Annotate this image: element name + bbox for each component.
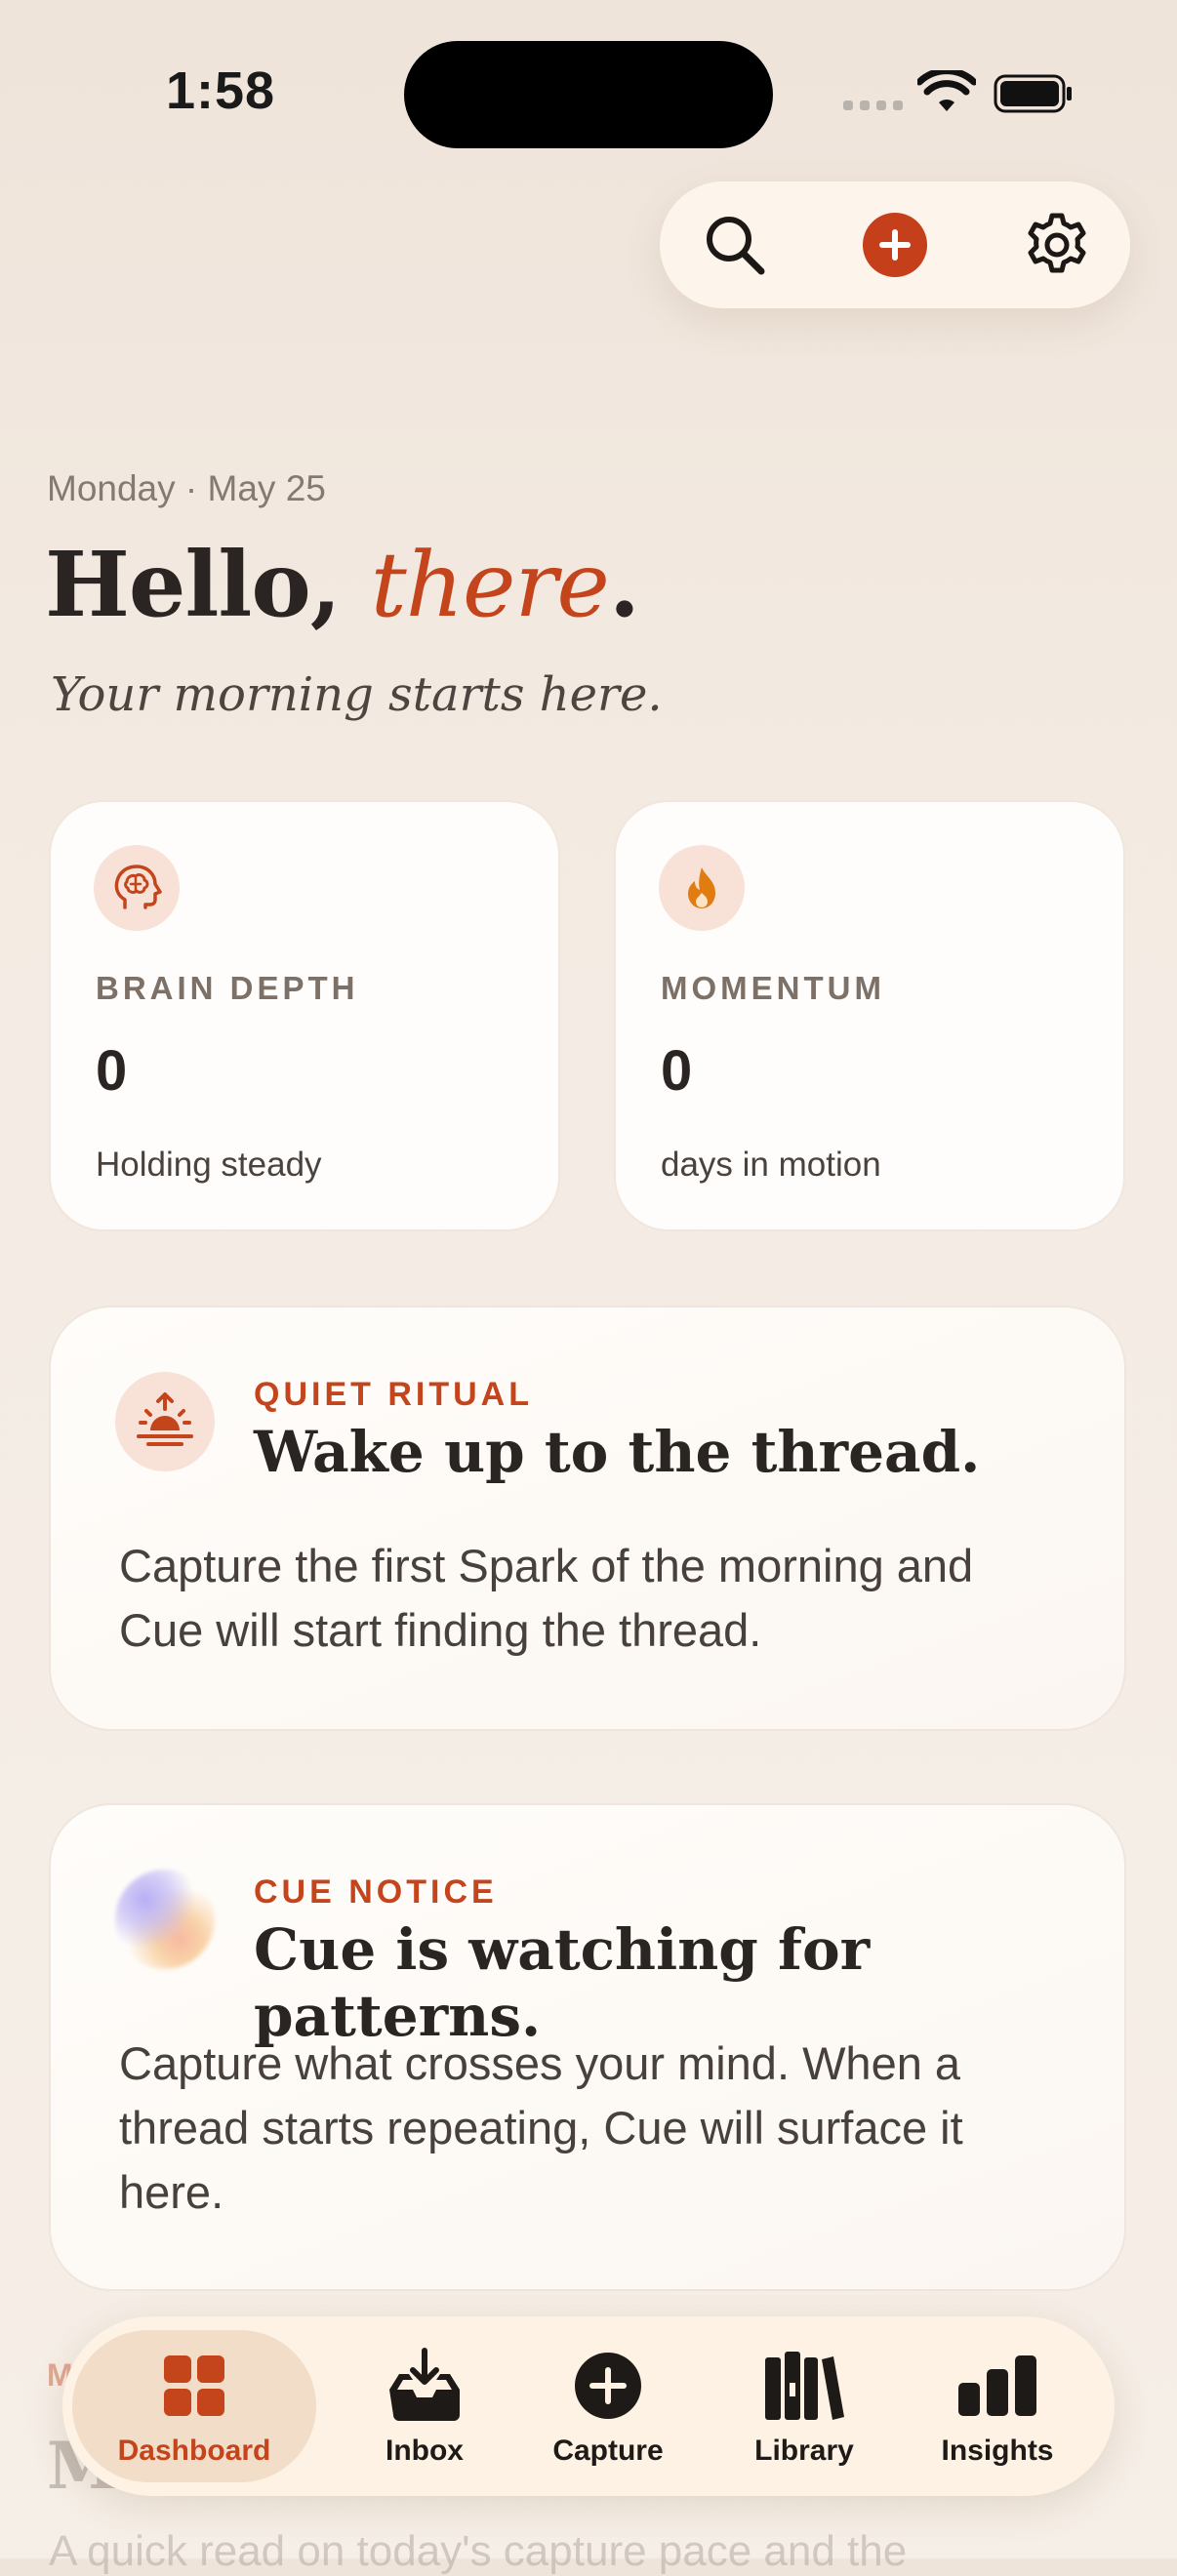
greeting-name: there [370, 533, 610, 637]
quiet-ritual-card[interactable]: QUIET RITUAL Wake up to the thread. Capt… [49, 1306, 1126, 1731]
ritual-kicker: QUIET RITUAL [254, 1376, 533, 1413]
date-label: Monday · May 25 [47, 468, 326, 508]
sunrise-icon [115, 1372, 215, 1471]
brain-depth-label: BRAIN DEPTH [96, 970, 359, 1006]
tab-library[interactable]: Library [726, 2330, 882, 2482]
tab-dashboard[interactable]: Dashboard [72, 2330, 316, 2482]
settings-button[interactable] [1015, 203, 1099, 287]
greeting-heading: Hello, there. [45, 532, 640, 637]
bar-chart-icon [958, 2355, 1036, 2416]
search-icon [707, 217, 765, 275]
books-icon [765, 2352, 844, 2420]
brain-depth-status: Holding steady [96, 1146, 322, 1184]
tab-capture[interactable]: Capture [525, 2330, 691, 2482]
tab-inbox[interactable]: Inbox [351, 2330, 498, 2482]
brain-head-icon [94, 845, 180, 931]
add-button[interactable] [853, 203, 937, 287]
gear-icon [1028, 213, 1086, 273]
momentum-status: days in motion [661, 1146, 881, 1184]
tab-inbox-label: Inbox [386, 2435, 464, 2467]
capture-plus-icon [575, 2353, 641, 2419]
wifi-icon [917, 70, 976, 111]
cue-orb-icon [115, 1870, 215, 1969]
search-button[interactable] [693, 203, 777, 287]
next-section-body: A quick read on today's capture pace and… [49, 2527, 908, 2575]
cue-title: Cue is watching for patterns. [254, 1916, 871, 2049]
status-time: 1:58 [166, 61, 276, 120]
top-toolbar [660, 181, 1130, 308]
ritual-body: Capture the first Spark of the morning a… [119, 1540, 974, 1656]
bottom-tab-bar: Dashboard Inbox Capture Library Insights [62, 2316, 1115, 2496]
brain-depth-value: 0 [96, 1039, 128, 1103]
greeting-punctuation: . [608, 532, 640, 637]
dynamic-island [404, 41, 773, 148]
greeting-text: Hello, [45, 532, 371, 637]
momentum-card[interactable]: MOMENTUM 0 days in motion [614, 800, 1125, 1231]
greeting-subtitle: Your morning starts here. [51, 667, 663, 722]
inbox-tray-icon [389, 2348, 460, 2421]
cue-kicker: CUE NOTICE [254, 1873, 498, 1911]
ritual-title: Wake up to the thread. [254, 1419, 981, 1485]
plus-icon [879, 229, 911, 261]
cellular-signal-icon [843, 101, 903, 110]
dashboard-grid-icon [164, 2355, 224, 2416]
tab-insights[interactable]: Insights [919, 2330, 1076, 2482]
cue-body: Capture what crosses your mind. When a t… [119, 2037, 963, 2218]
tab-library-label: Library [754, 2435, 854, 2467]
tab-insights-label: Insights [941, 2435, 1054, 2467]
brain-depth-card[interactable]: BRAIN DEPTH 0 Holding steady [49, 800, 560, 1231]
tab-capture-label: Capture [552, 2435, 664, 2467]
momentum-value: 0 [661, 1039, 693, 1103]
flame-icon [659, 845, 745, 931]
momentum-label: MOMENTUM [661, 970, 885, 1006]
battery-icon [994, 74, 1072, 113]
cue-notice-card[interactable]: CUE NOTICE Cue is watching for patterns.… [49, 1803, 1126, 2291]
tab-dashboard-label: Dashboard [117, 2435, 271, 2467]
